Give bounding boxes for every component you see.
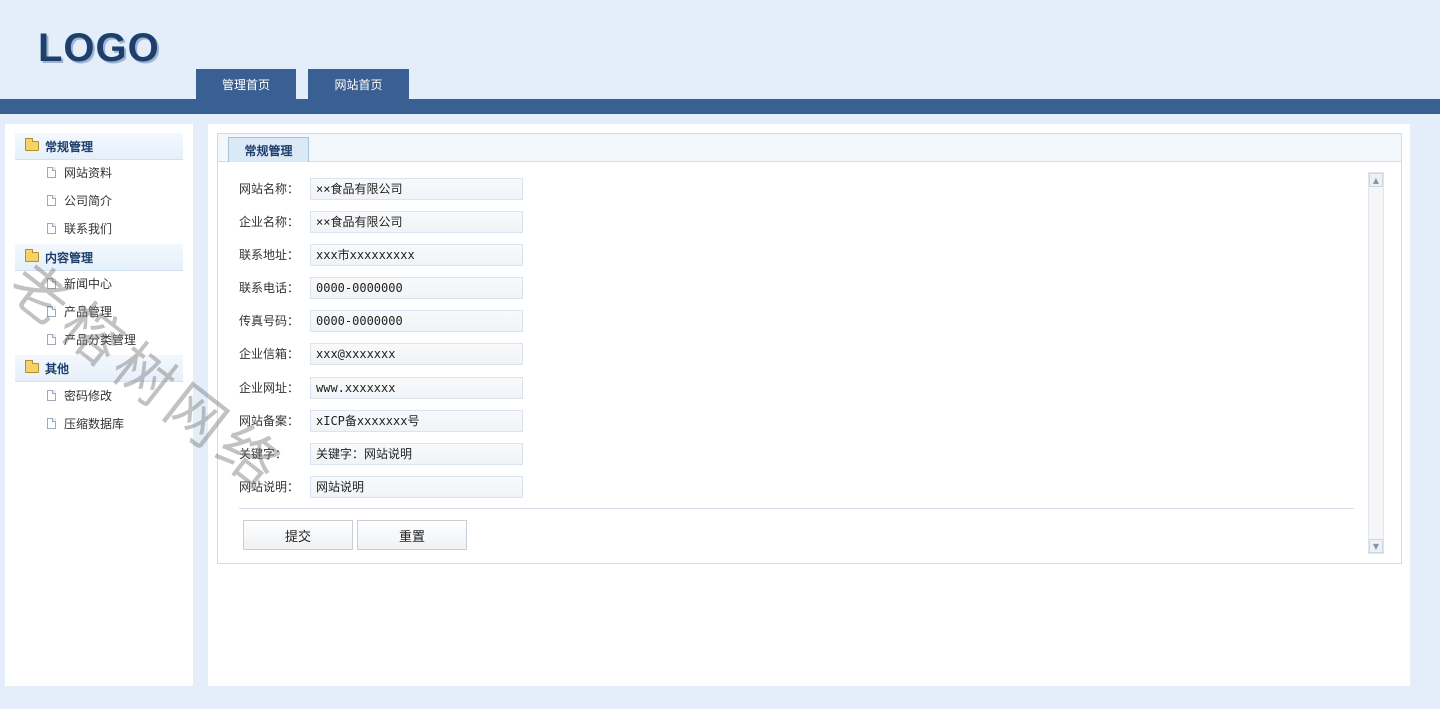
nav-bar: [0, 99, 1440, 114]
sidebar-item-news[interactable]: 新闻中心: [47, 273, 112, 293]
sidebar-item-company-intro[interactable]: 公司简介: [47, 190, 112, 210]
keywords-input[interactable]: 关键字：网站说明: [310, 442, 523, 465]
sidebar-item-product-categories[interactable]: 产品分类管理: [47, 329, 136, 349]
tab-admin-home[interactable]: 管理首页: [196, 69, 296, 100]
sidebar-item-label: 产品管理: [64, 304, 113, 319]
page-icon: [47, 277, 56, 289]
phone-input[interactable]: 0000-0000000: [310, 276, 523, 299]
sidebar-item-label: 公司简介: [64, 193, 113, 208]
logo: LOGO: [38, 26, 160, 70]
page-icon: [47, 389, 56, 401]
website-label: 企业网址：: [239, 381, 300, 395]
sidebar-item-change-password[interactable]: 密码修改: [47, 385, 112, 405]
sidebar-group-content[interactable]: 内容管理: [15, 244, 183, 271]
form-row-website: 企业网址： www.xxxxxxx: [239, 376, 523, 399]
email-label: 企业信箱：: [239, 347, 300, 361]
tab-site-home[interactable]: 网站首页: [308, 69, 409, 100]
sidebar-group-label: 内容管理: [45, 250, 94, 265]
form-row-description: 网站说明： 网站说明: [239, 475, 523, 498]
submit-button[interactable]: 提交: [243, 520, 353, 550]
email-input[interactable]: xxx@xxxxxxx: [310, 342, 523, 365]
folder-icon: [25, 360, 39, 373]
main-content: 常规管理 网站名称： ××食品有限公司 企业名称： ××食品有限公司 联系地址：…: [208, 124, 1410, 686]
company-name-input[interactable]: ××食品有限公司: [310, 210, 523, 233]
description-input[interactable]: 网站说明: [310, 475, 523, 498]
sidebar: 常规管理 网站资料 公司简介 联系我们 内容管理 新闻中心 产品管理 产品分类管…: [5, 124, 193, 686]
page-icon: [47, 222, 56, 234]
fax-label: 传真号码：: [239, 314, 300, 328]
folder-icon: [25, 138, 39, 151]
form-row-email: 企业信箱： xxx@xxxxxxx: [239, 342, 523, 365]
scroll-up-icon[interactable]: ▲: [1369, 173, 1383, 187]
page-icon: [47, 417, 56, 429]
address-label: 联系地址：: [239, 248, 300, 262]
sidebar-item-label: 密码修改: [64, 388, 113, 403]
sidebar-item-contact[interactable]: 联系我们: [47, 218, 112, 238]
form-row-address: 联系地址： xxx市xxxxxxxxx: [239, 243, 523, 266]
form-divider: [239, 508, 1354, 509]
sidebar-item-label: 压缩数据库: [64, 416, 125, 431]
form-row-keywords: 关键字： 关键字：网站说明: [239, 442, 523, 465]
address-input[interactable]: xxx市xxxxxxxxx: [310, 243, 523, 266]
page-icon: [47, 194, 56, 206]
scroll-down-icon[interactable]: ▼: [1369, 539, 1383, 553]
sidebar-group-label: 常规管理: [45, 139, 94, 154]
sidebar-item-label: 新闻中心: [64, 276, 113, 291]
keywords-label: 关键字：: [239, 447, 288, 461]
description-label: 网站说明：: [239, 480, 300, 494]
sidebar-group-other[interactable]: 其他: [15, 355, 183, 382]
icp-input[interactable]: xICP备xxxxxxx号: [310, 409, 523, 432]
reset-button[interactable]: 重置: [357, 520, 467, 550]
folder-icon: [25, 249, 39, 262]
settings-panel: 常规管理 网站名称： ××食品有限公司 企业名称： ××食品有限公司 联系地址：…: [217, 133, 1402, 564]
site-name-input[interactable]: ××食品有限公司: [310, 177, 523, 200]
top-nav: 管理首页 网站首页: [196, 69, 409, 100]
page-icon: [47, 333, 56, 345]
vertical-scrollbar[interactable]: ▲ ▼: [1368, 172, 1384, 554]
sidebar-item-compress-database[interactable]: 压缩数据库: [47, 413, 124, 433]
panel-header: 常规管理: [218, 134, 1401, 162]
company-name-label: 企业名称：: [239, 215, 300, 229]
website-input[interactable]: www.xxxxxxx: [310, 376, 523, 399]
sidebar-group-general[interactable]: 常规管理: [15, 133, 183, 160]
site-name-label: 网站名称：: [239, 182, 300, 196]
form-row-phone: 联系电话： 0000-0000000: [239, 276, 523, 299]
form-row-icp: 网站备案： xICP备xxxxxxx号: [239, 409, 523, 432]
sidebar-item-label: 产品分类管理: [64, 332, 137, 347]
form-row-company-name: 企业名称： ××食品有限公司: [239, 210, 523, 233]
form-row-fax: 传真号码： 0000-0000000: [239, 309, 523, 332]
phone-label: 联系电话：: [239, 281, 300, 295]
icp-label: 网站备案：: [239, 414, 300, 428]
sidebar-item-products[interactable]: 产品管理: [47, 301, 112, 321]
sidebar-group-label: 其他: [45, 361, 70, 376]
sidebar-item-label: 网站资料: [64, 165, 113, 180]
page-icon: [47, 166, 56, 178]
sidebar-item-site-info[interactable]: 网站资料: [47, 162, 112, 182]
tab-general-settings[interactable]: 常规管理: [228, 137, 309, 162]
sidebar-item-label: 联系我们: [64, 221, 113, 236]
fax-input[interactable]: 0000-0000000: [310, 309, 523, 332]
header: LOGO 管理首页 网站首页: [0, 0, 1440, 114]
page-icon: [47, 305, 56, 317]
form-row-site-name: 网站名称： ××食品有限公司: [239, 177, 523, 200]
